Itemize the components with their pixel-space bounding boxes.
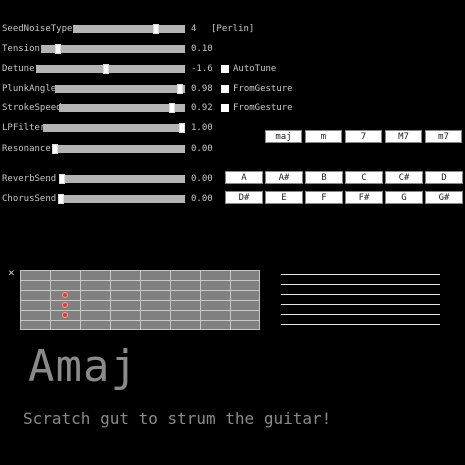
- noise-type-label: [Perlin]: [211, 24, 255, 34]
- slider-thumb[interactable]: [177, 84, 183, 94]
- slider-label: StrokeSpeed: [2, 103, 62, 113]
- chord-name-display: Amaj: [28, 341, 138, 392]
- slider-track[interactable]: [52, 144, 185, 154]
- slider-value: 4: [191, 24, 197, 34]
- finger-dot: [62, 312, 68, 318]
- slider-label: Resonance: [2, 144, 51, 154]
- finger-dot: [62, 292, 68, 298]
- plunk-from-gesture-checkbox[interactable]: [221, 85, 229, 93]
- slider-thumb[interactable]: [55, 44, 61, 54]
- slider-thumb[interactable]: [59, 174, 65, 184]
- string-strum-line[interactable]: [281, 304, 440, 305]
- slider-thumb[interactable]: [169, 103, 175, 113]
- root-C-button[interactable]: C: [345, 171, 383, 184]
- string-line: [20, 329, 260, 330]
- string-line: [20, 300, 260, 301]
- root-F-button[interactable]: F: [305, 191, 343, 204]
- string-line: [20, 280, 260, 281]
- slider-value: 0.92: [191, 103, 213, 113]
- slider-value: 0.00: [191, 194, 213, 204]
- slider-label: ChorusSend: [2, 194, 57, 204]
- slider-seed-noise-type: SeedNoiseType 4 [Perlin]: [0, 23, 300, 35]
- root-F-sharp-button[interactable]: F#: [345, 191, 383, 204]
- fretboard[interactable]: [20, 270, 260, 330]
- string-strum-line[interactable]: [281, 324, 440, 325]
- chord-type-M7-button[interactable]: M7: [385, 130, 422, 143]
- string-line: [20, 310, 260, 311]
- slider-lp-filter: LPFilter 1.00: [0, 122, 300, 134]
- slider-tension: Tension 0.10: [0, 43, 300, 55]
- autotune-label: AutoTune: [233, 64, 277, 74]
- slider-track[interactable]: [59, 174, 185, 184]
- slider-thumb[interactable]: [52, 144, 58, 154]
- slider-value: -1.6: [191, 64, 213, 74]
- slider-label: ReverbSend: [2, 174, 57, 184]
- stroke-from-gesture-label: FromGesture: [233, 103, 293, 113]
- slider-thumb[interactable]: [179, 123, 185, 133]
- slider-track[interactable]: [59, 103, 185, 113]
- string-line: [20, 290, 260, 291]
- finger-dot: [62, 302, 68, 308]
- slider-label: PlunkAngle: [2, 84, 57, 94]
- chord-type-7-button[interactable]: 7: [345, 130, 382, 143]
- slider-value: 0.10: [191, 44, 213, 54]
- slider-label: Tension: [2, 44, 40, 54]
- string-line: [20, 270, 260, 271]
- root-A-button[interactable]: A: [225, 171, 263, 184]
- chord-type-m-button[interactable]: m: [305, 130, 342, 143]
- chord-type-m7-button[interactable]: m7: [425, 130, 462, 143]
- string-strum-line[interactable]: [281, 314, 440, 315]
- slider-value: 1.00: [191, 123, 213, 133]
- string-strum-line[interactable]: [281, 274, 440, 275]
- slider-track[interactable]: [41, 44, 185, 54]
- string-line: [20, 320, 260, 321]
- root-G-button[interactable]: G: [385, 191, 423, 204]
- slider-label: SeedNoiseType: [2, 24, 73, 34]
- slider-track[interactable]: [73, 24, 185, 34]
- slider-detune: Detune -1.6 AutoTune: [0, 63, 300, 75]
- slider-label: LPFilter: [2, 123, 46, 133]
- slider-track[interactable]: [58, 194, 185, 204]
- muted-string-marker: ×: [8, 266, 15, 279]
- slider-thumb[interactable]: [58, 194, 64, 204]
- slider-resonance: Resonance 0.00: [0, 143, 300, 155]
- slider-value: 0.98: [191, 84, 213, 94]
- instruction-text: Scratch gut to strum the guitar!: [23, 409, 332, 428]
- slider-label: Detune: [2, 64, 35, 74]
- slider-thumb[interactable]: [153, 24, 159, 34]
- root-D-button[interactable]: D: [425, 171, 463, 184]
- string-strum-line[interactable]: [281, 284, 440, 285]
- slider-value: 0.00: [191, 174, 213, 184]
- root-A-sharp-button[interactable]: A#: [265, 171, 303, 184]
- slider-track[interactable]: [55, 84, 185, 94]
- slider-track[interactable]: [36, 64, 185, 74]
- autotune-checkbox[interactable]: [221, 65, 229, 73]
- slider-plunk-angle: PlunkAngle 0.98 FromGesture: [0, 83, 300, 95]
- slider-value: 0.00: [191, 144, 213, 154]
- plunk-from-gesture-label: FromGesture: [233, 84, 293, 94]
- stroke-from-gesture-checkbox[interactable]: [221, 104, 229, 112]
- chord-type-maj-button[interactable]: maj: [265, 130, 302, 143]
- root-C-sharp-button[interactable]: C#: [385, 171, 423, 184]
- string-strum-line[interactable]: [281, 294, 440, 295]
- slider-track[interactable]: [43, 123, 185, 133]
- slider-thumb[interactable]: [103, 64, 109, 74]
- root-B-button[interactable]: B: [305, 171, 343, 184]
- root-D-sharp-button[interactable]: D#: [225, 191, 263, 204]
- root-E-button[interactable]: E: [265, 191, 303, 204]
- slider-stroke-speed: StrokeSpeed 0.92 FromGesture: [0, 102, 300, 114]
- root-G-sharp-button[interactable]: G#: [425, 191, 463, 204]
